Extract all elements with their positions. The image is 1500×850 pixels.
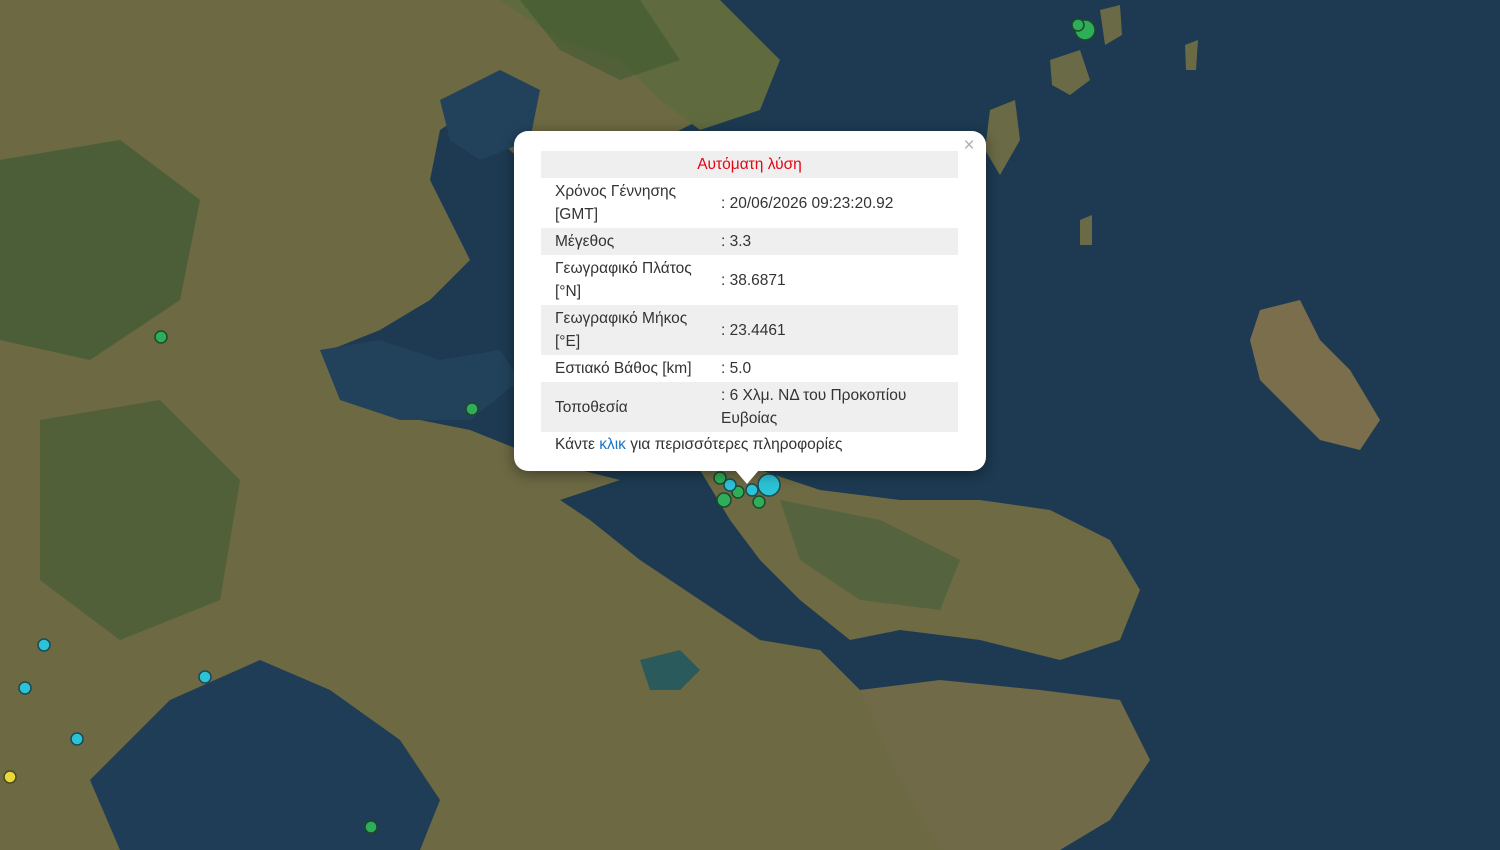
earthquake-details-table: Αυτόματη λύση Χρόνος Γέννησης [GMT] : 20… (541, 151, 958, 432)
origin-time-value: : 20/06/2026 09:23:20.92 (721, 194, 894, 212)
latitude-label: Γεωγραφικό Πλάτος [°N] (555, 260, 692, 300)
earthquake-marker[interactable] (1071, 18, 1085, 32)
longitude-label: Γεωγραφικό Μήκος [°E] (541, 305, 717, 355)
table-row: Γεωγραφικό Μήκος [°E] : 23.4461 (541, 305, 958, 355)
close-icon[interactable]: × (960, 135, 978, 157)
table-row: Γεωγραφικό Πλάτος [°N] : 38.6871 (541, 255, 958, 305)
earthquake-marker[interactable] (752, 495, 766, 509)
more-info-suffix: για περισσότερες πληροφορίες (630, 436, 843, 453)
table-row: Τοποθεσία : 6 Χλμ. ΝΔ του Προκοπίου Ευβο… (541, 382, 958, 432)
table-row: Εστιακό Βάθος [km] : 5.0 (541, 355, 958, 382)
more-info-link[interactable]: κλικ (599, 436, 626, 453)
earthquake-marker[interactable] (757, 473, 781, 497)
popup-content: Αυτόματη λύση Χρόνος Γέννησης [GMT] : 20… (541, 151, 958, 458)
earthquake-marker[interactable] (364, 820, 378, 834)
location-label: Τοποθεσία (541, 382, 717, 432)
island (1080, 215, 1092, 245)
table-row: Χρόνος Γέννησης [GMT] : 20/06/2026 09:23… (541, 178, 958, 228)
longitude-value: : 23.4461 (717, 305, 958, 355)
magnitude-value: : 3.3 (717, 228, 958, 255)
depth-value: : 5.0 (721, 360, 752, 377)
magnitude-label: Μέγεθος (541, 228, 717, 255)
earthquake-marker[interactable] (745, 483, 759, 497)
popup-pointer (735, 470, 759, 484)
depth-label: Εστιακό Βάθος [km] (555, 360, 692, 377)
earthquake-marker[interactable] (70, 732, 84, 746)
earthquake-marker[interactable] (713, 471, 727, 485)
earthquake-marker[interactable] (18, 681, 32, 695)
location-value: : 6 Χλμ. ΝΔ του Προκοπίου Ευβοίας (717, 382, 958, 432)
island (1185, 40, 1198, 70)
earthquake-marker[interactable] (37, 638, 51, 652)
earthquake-marker[interactable] (3, 770, 17, 784)
earthquake-marker[interactable] (154, 330, 168, 344)
popup-title-row: Αυτόματη λύση (541, 151, 958, 178)
latitude-value: : 38.6871 (721, 271, 786, 289)
earthquake-marker[interactable] (198, 670, 212, 684)
popup-title: Αυτόματη λύση (541, 151, 958, 178)
more-info-line: Κάντε κλικ για περισσότερες πληροφορίες (541, 432, 958, 458)
table-row: Μέγεθος : 3.3 (541, 228, 958, 255)
earthquake-info-popup: × Αυτόματη λύση Χρόνος Γέννησης [GMT] : … (514, 131, 986, 471)
earthquake-marker[interactable] (716, 492, 732, 508)
origin-time-label: Χρόνος Γέννησης [GMT] (555, 183, 677, 223)
earthquake-marker[interactable] (465, 402, 479, 416)
more-info-prefix: Κάντε (555, 436, 595, 453)
